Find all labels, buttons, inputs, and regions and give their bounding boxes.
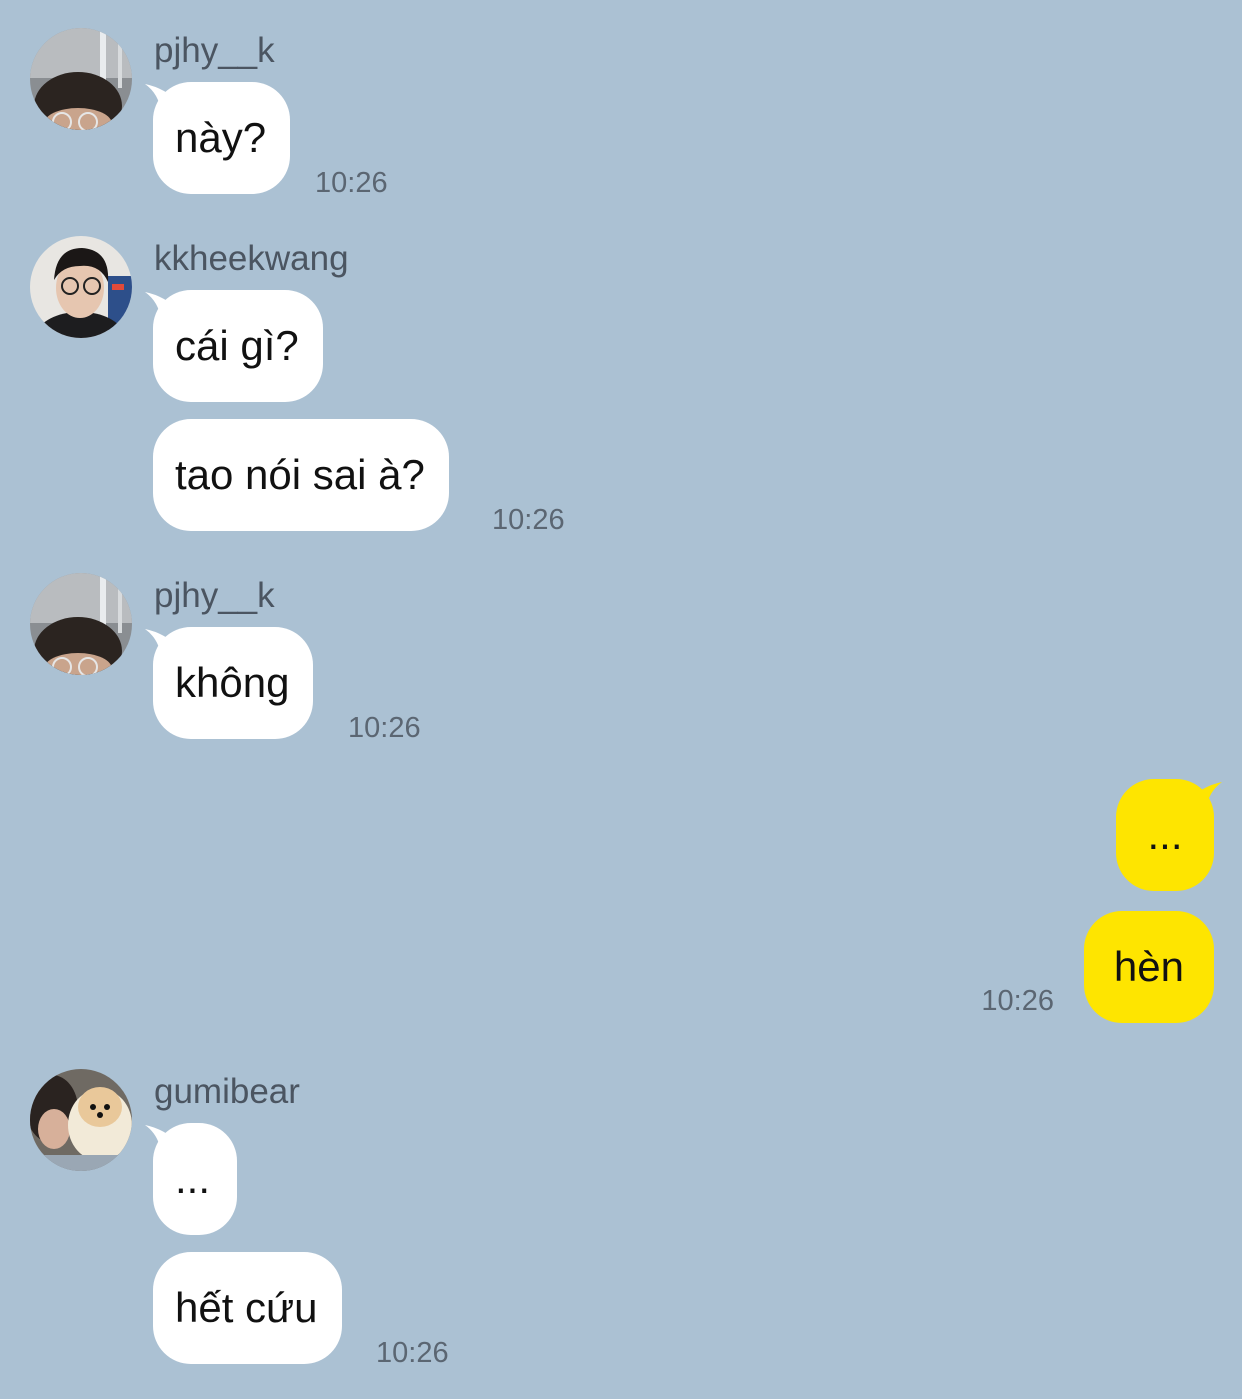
message-bubble[interactable]: ...: [153, 1123, 237, 1235]
sender-name: kkheekwang: [154, 239, 349, 278]
avatar-pjhy-icon[interactable]: [30, 28, 132, 130]
message-time: 10:26: [492, 504, 565, 536]
message-time: 10:26: [348, 712, 421, 744]
message-bubble[interactable]: này?: [153, 82, 291, 194]
message-time: 10:26: [376, 1337, 449, 1369]
message-bubble-outgoing[interactable]: hèn: [1083, 911, 1214, 1023]
avatar-kkheekwang-icon[interactable]: [30, 236, 132, 338]
message-bubble[interactable]: hết cứu: [153, 1252, 342, 1364]
avatar-pjhy-icon[interactable]: [30, 573, 132, 675]
sender-name: pjhy__k: [154, 576, 275, 615]
avatar-gumibear-icon[interactable]: [30, 1069, 132, 1171]
message-bubble[interactable]: không: [153, 627, 314, 739]
message-time: 10:26: [315, 167, 388, 199]
message-bubble[interactable]: tao nói sai à?: [153, 419, 449, 531]
message-bubble-outgoing[interactable]: ...: [1116, 779, 1214, 891]
message-time: 10:26: [981, 985, 1054, 1017]
sender-name: gumibear: [154, 1072, 300, 1111]
sender-name: pjhy__k: [154, 31, 275, 70]
message-bubble[interactable]: cái gì?: [153, 290, 323, 402]
